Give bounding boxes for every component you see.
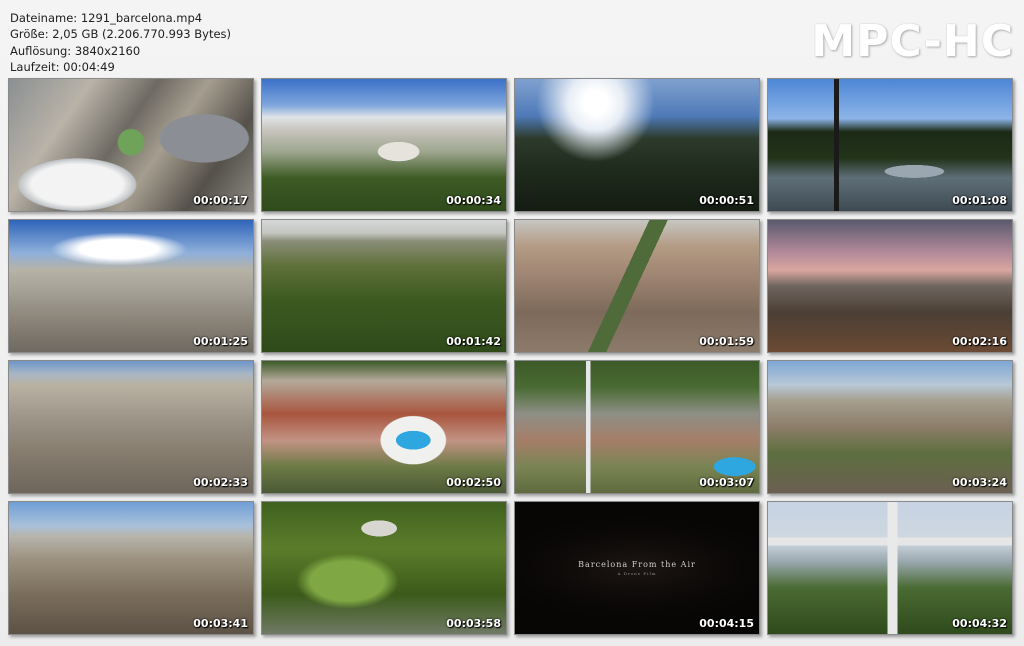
filename-text: Dateiname: 1291_barcelona.mp4: [10, 11, 203, 25]
thumbnail-9[interactable]: 00:02:33: [8, 360, 254, 494]
timestamp-label: 00:02:50: [446, 476, 501, 489]
thumbnail-image: [768, 502, 1012, 634]
file-info-panel: Dateiname: 1291_barcelona.mp4 Größe: 2,0…: [10, 10, 231, 75]
thumbnail-image: [9, 79, 253, 211]
filesize-text: Größe: 2,05 GB (2.206.770.993 Bytes): [10, 27, 232, 42]
timestamp-label: 00:01:25: [193, 335, 248, 348]
thumbnail-5[interactable]: 00:01:25: [8, 219, 254, 353]
thumbnail-image: [262, 79, 506, 211]
timestamp-label: 00:00:34: [446, 194, 501, 207]
thumbnail-image: [515, 361, 759, 493]
thumbnail-grid: 00:00:17 00:00:34 00:00:51 00:01:08 00:0…: [8, 78, 1014, 638]
timestamp-label: 00:03:41: [193, 617, 248, 630]
thumbnail-15[interactable]: Barcelona From the Air A Drone Film 00:0…: [514, 501, 760, 635]
mpc-hc-logo: MPC-HC: [811, 16, 1014, 67]
thumbnail-image: [262, 361, 506, 493]
thumbnail-11[interactable]: 00:03:07: [514, 360, 760, 494]
thumbnail-image: [515, 220, 759, 352]
thumbnail-image: [768, 220, 1012, 352]
thumbnail-image: [9, 361, 253, 493]
thumbnail-image: [262, 220, 506, 352]
timestamp-label: 00:00:17: [193, 194, 248, 207]
timestamp-label: 00:04:32: [952, 617, 1007, 630]
timestamp-label: 00:03:24: [952, 476, 1007, 489]
timestamp-label: 00:01:42: [446, 335, 501, 348]
thumbnail-14[interactable]: 00:03:58: [261, 501, 507, 635]
thumbnail-image: [768, 361, 1012, 493]
timestamp-label: 00:03:07: [699, 476, 754, 489]
thumbnail-2[interactable]: 00:00:34: [261, 78, 507, 212]
thumbnail-1[interactable]: 00:00:17: [8, 78, 254, 212]
resolution-text: Auflösung: 3840x2160: [10, 43, 141, 58]
thumbnail-4[interactable]: 00:01:08: [767, 78, 1013, 212]
timestamp-label: 00:02:33: [193, 476, 248, 489]
duration-text: Laufzeit: 00:04:49: [10, 59, 115, 74]
thumbnail-10[interactable]: 00:02:50: [261, 360, 507, 494]
thumbnail-7[interactable]: 00:01:59: [514, 219, 760, 353]
thumbnail-13[interactable]: 00:03:41: [8, 501, 254, 635]
thumbnail-3[interactable]: 00:00:51: [514, 78, 760, 212]
thumbnail-image: [768, 79, 1012, 211]
timestamp-label: 00:01:59: [699, 335, 754, 348]
thumbnail-image: [9, 502, 253, 634]
thumbnail-8[interactable]: 00:02:16: [767, 219, 1013, 353]
credit-subtitle: A Drone Film: [617, 571, 657, 576]
thumbnail-image: [262, 502, 506, 634]
timestamp-label: 00:04:15: [699, 617, 754, 630]
thumbnail-12[interactable]: 00:03:24: [767, 360, 1013, 494]
thumbnail-image: [515, 79, 759, 211]
timestamp-label: 00:02:16: [952, 335, 1007, 348]
credit-title: Barcelona From the Air: [578, 560, 696, 569]
thumbnail-16[interactable]: 00:04:32: [767, 501, 1013, 635]
timestamp-label: 00:01:08: [952, 194, 1007, 207]
timestamp-label: 00:00:51: [699, 194, 754, 207]
thumbnail-image: [9, 220, 253, 352]
timestamp-label: 00:03:58: [446, 617, 501, 630]
thumbnail-6[interactable]: 00:01:42: [261, 219, 507, 353]
